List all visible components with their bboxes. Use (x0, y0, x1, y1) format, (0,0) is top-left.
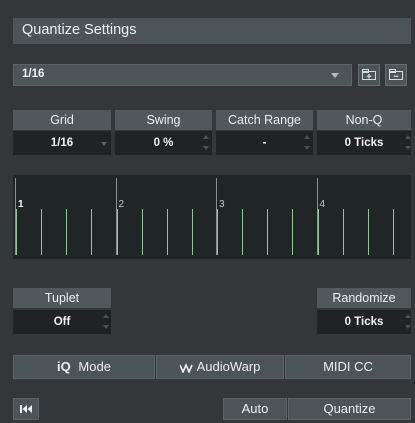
chevron-down-icon[interactable] (331, 73, 339, 78)
tuplet-value-field[interactable]: Off (13, 310, 111, 334)
iq-prefix: iQ (57, 359, 71, 374)
catch-range-value: - (262, 137, 267, 149)
non-q-value: 0 Ticks (344, 137, 384, 149)
catch-range-up-icon[interactable] (304, 135, 310, 139)
midi-cc-button[interactable]: MIDI CC (285, 355, 411, 379)
bar-number: 1 (18, 199, 24, 210)
audiowarp-button[interactable]: AudioWarp (156, 355, 284, 379)
non-q-down-icon[interactable] (405, 146, 411, 150)
grid-line (142, 209, 143, 255)
bar-number: 4 (319, 199, 326, 210)
grid-line (192, 209, 193, 255)
grid-line (242, 209, 243, 255)
midi-cc-label: MIDI CC (323, 359, 373, 374)
store-preset-button[interactable] (358, 64, 380, 86)
grid-line (368, 209, 369, 255)
add-preset-icon (362, 69, 376, 80)
non-q-value-field[interactable]: 0 Ticks (317, 131, 411, 155)
grid-line (393, 209, 394, 255)
catch-range-value-field[interactable]: - (216, 131, 313, 155)
grid-line (267, 209, 268, 255)
swing-value: 0 % (153, 137, 174, 149)
randomize-label: Randomize (317, 288, 411, 308)
grid-value-field[interactable]: 1/16 (13, 131, 111, 155)
quantize-button[interactable]: Quantize (288, 398, 411, 420)
grid-line (66, 209, 67, 255)
swing-label: Swing (115, 110, 212, 130)
catch-range-down-icon[interactable] (304, 146, 310, 150)
preset-value: 1/16 (22, 68, 45, 80)
grid-line (117, 209, 118, 255)
catch-range-label: Catch Range (216, 110, 313, 130)
swing-up-icon[interactable] (203, 135, 209, 139)
grid-line (292, 209, 293, 255)
grid-value: 1/16 (50, 137, 74, 149)
swing-down-icon[interactable] (203, 146, 209, 150)
grid-line (217, 209, 218, 255)
swing-value-field[interactable]: 0 % (115, 131, 212, 155)
grid-line (16, 209, 17, 255)
grid-line (318, 209, 319, 255)
bar-number: 2 (118, 199, 125, 210)
non-q-up-icon[interactable] (405, 135, 411, 139)
remove-preset-button[interactable] (385, 64, 407, 86)
tuplet-value: Off (53, 316, 71, 328)
randomize-value: 0 Ticks (344, 316, 384, 328)
randomize-up-icon[interactable] (405, 314, 411, 318)
tuplet-down-icon[interactable] (103, 325, 109, 329)
audiowarp-label: AudioWarp (196, 359, 261, 374)
grid-line (91, 209, 92, 255)
skip-back-icon (20, 405, 32, 413)
tuplet-up-icon[interactable] (103, 314, 109, 318)
tuplet-label: Tuplet (13, 288, 111, 308)
randomize-down-icon[interactable] (405, 325, 411, 329)
grid-line (41, 209, 42, 255)
preset-dropdown[interactable] (13, 64, 352, 86)
non-q-label: Non-Q (317, 110, 411, 130)
reset-button[interactable] (13, 398, 39, 420)
panel-title: Quantize Settings (22, 22, 137, 38)
quantize-grid-display: 1 2 3 4 (13, 175, 411, 259)
randomize-value-field[interactable]: 0 Ticks (317, 310, 411, 334)
iq-mode-label: Mode (78, 359, 111, 374)
bar-number: 3 (219, 199, 225, 210)
grid-line (343, 209, 344, 255)
grid-line (167, 209, 168, 255)
auto-button[interactable]: Auto (223, 398, 287, 420)
auto-label: Auto (241, 401, 269, 416)
grid-label: Grid (13, 110, 111, 130)
iq-mode-button[interactable]: iQ Mode (13, 355, 155, 379)
grid-dropdown-icon[interactable] (101, 142, 107, 146)
quantize-label: Quantize (323, 401, 376, 416)
audiowarp-icon (178, 362, 193, 374)
remove-preset-icon (389, 69, 403, 80)
